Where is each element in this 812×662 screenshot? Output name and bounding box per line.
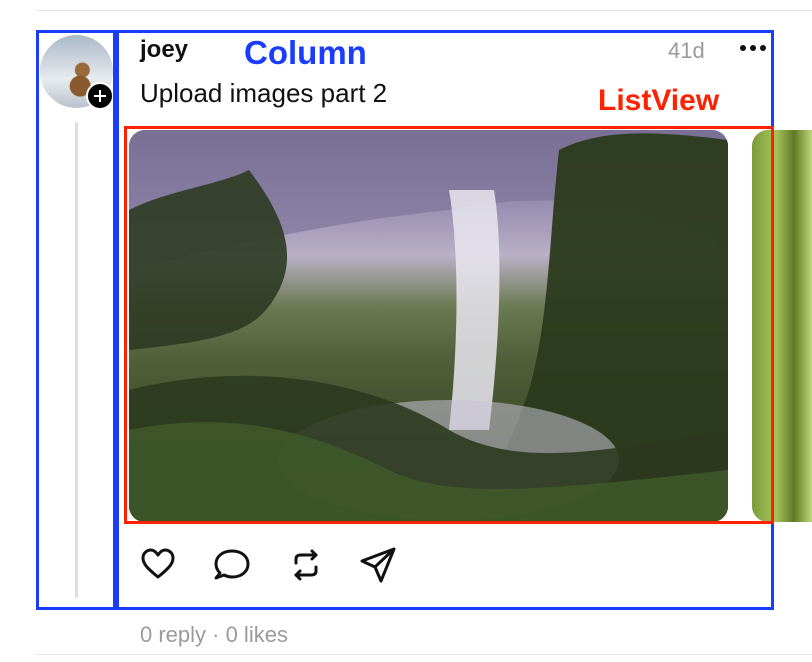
bottom-divider (36, 654, 812, 655)
column-outline-left (36, 30, 116, 610)
post-stats: 0 reply · 0 likes (140, 622, 288, 647)
top-divider (36, 10, 812, 11)
listview-outline (124, 126, 774, 524)
